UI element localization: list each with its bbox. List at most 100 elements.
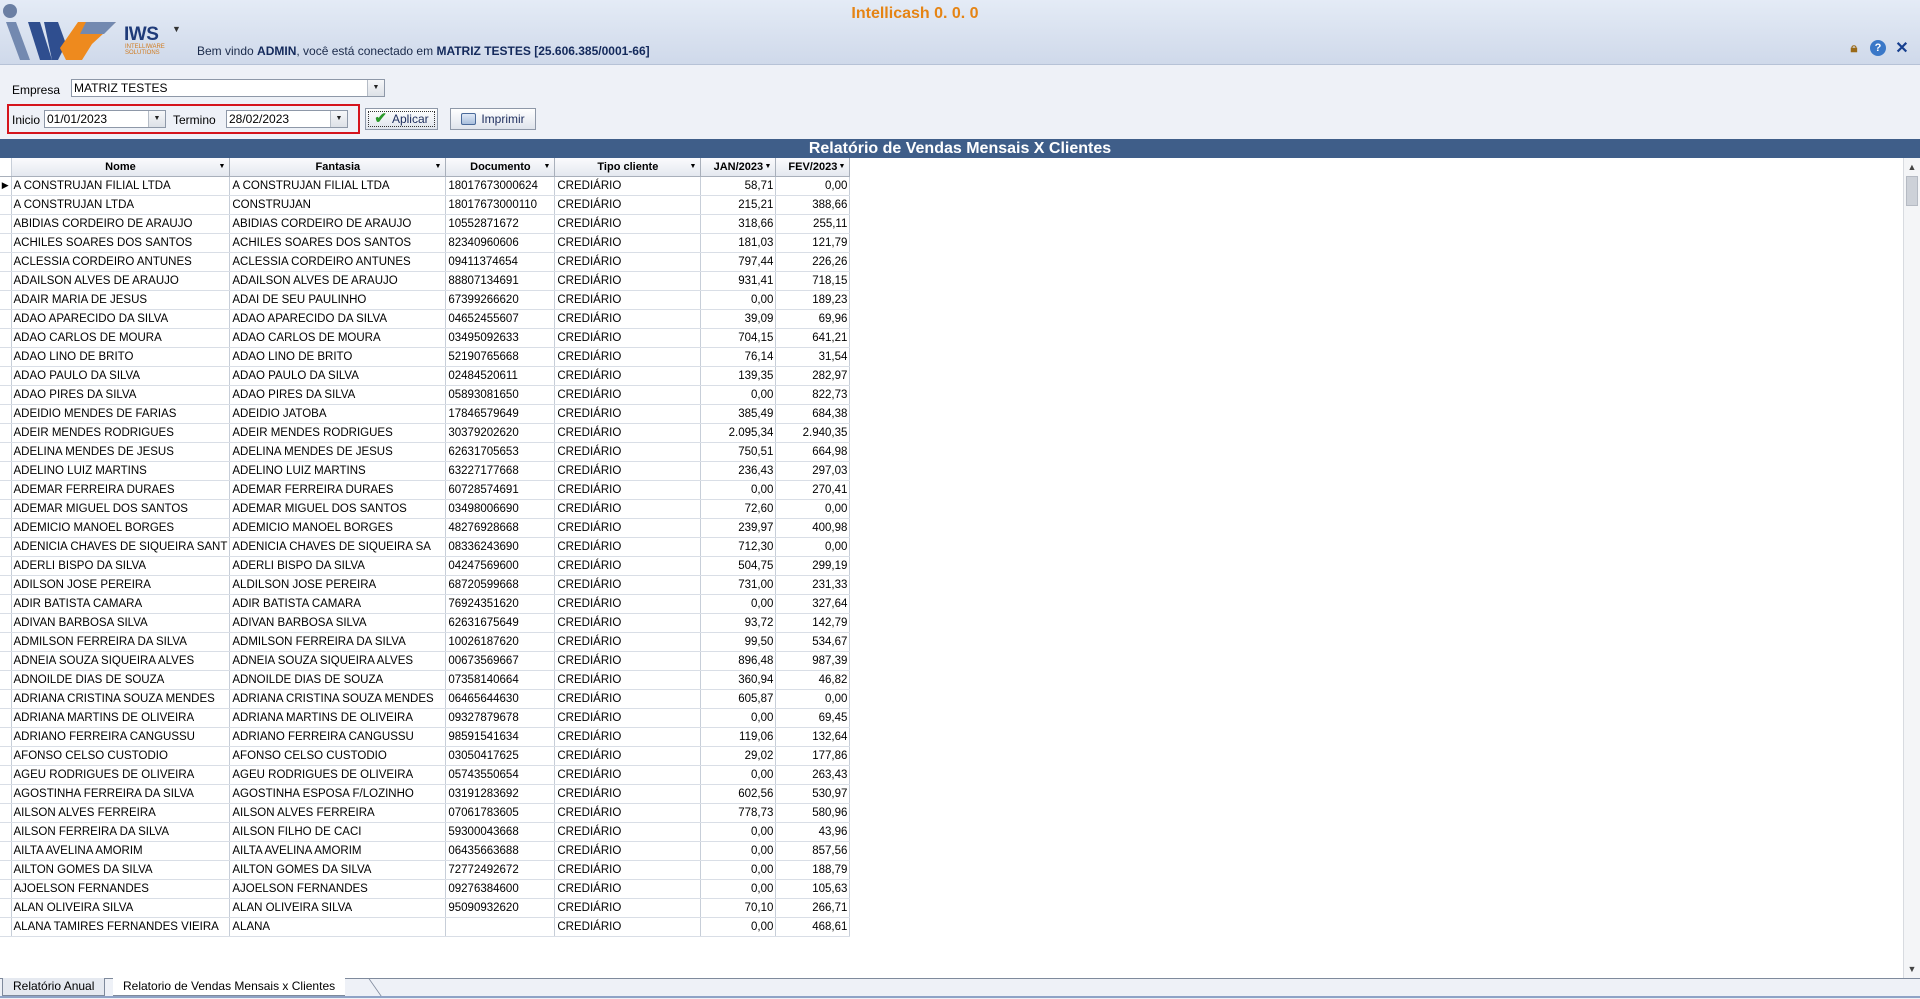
chevron-down-icon[interactable]: ▼ <box>434 163 441 170</box>
cell-jan-2023[interactable]: 704,15 <box>700 328 777 348</box>
cell-fantasia[interactable]: AILSON FILHO DE CACI <box>229 822 447 842</box>
table-row[interactable]: ADEMICIO MANOEL BORGES ADEMICIO MANOEL BO… <box>0 518 851 538</box>
cell-nome[interactable]: ADAO APARECIDO DA SILVA <box>11 309 231 329</box>
cell-fev-2023[interactable]: 468,61 <box>775 917 851 937</box>
cell-nome[interactable]: A CONSTRUJAN FILIAL LTDA <box>11 176 231 196</box>
cell-nome[interactable]: ADIR BATISTA CAMARA <box>11 594 231 614</box>
row-indicator[interactable] <box>0 309 12 329</box>
table-row[interactable]: ADAO PAULO DA SILVA ADAO PAULO DA SILVA 02… <box>0 366 851 386</box>
cell-tipo-cliente[interactable]: CREDIÁRIO <box>554 347 702 367</box>
cell-fantasia[interactable]: ADIR BATISTA CAMARA <box>229 594 447 614</box>
cell-jan-2023[interactable]: 76,14 <box>700 347 777 367</box>
cell-fantasia[interactable]: ADAI DE SEU PAULINHO <box>229 290 447 310</box>
column-header-fev-2023[interactable]: FEV/2023 ▼ <box>775 158 851 177</box>
cell-fev-2023[interactable]: 226,26 <box>775 252 851 272</box>
column-header-fantasia[interactable]: Fantasia ▼ <box>229 158 447 177</box>
table-row[interactable]: ABIDIAS CORDEIRO DE ARAUJO ABIDIAS CORDEI… <box>0 214 851 234</box>
table-row[interactable]: ADILSON JOSE PEREIRA ALDILSON JOSE PEREIR… <box>0 575 851 595</box>
cell-nome[interactable]: ADENICIA CHAVES DE SIQUEIRA SANT <box>11 537 231 557</box>
cell-jan-2023[interactable]: 139,35 <box>700 366 777 386</box>
cell-fev-2023[interactable]: 718,15 <box>775 271 851 291</box>
table-row[interactable]: ADMILSON FERREIRA DA SILVA ADMILSON FERRE… <box>0 632 851 652</box>
row-indicator[interactable] <box>0 860 12 880</box>
table-row[interactable]: AILTA AVELINA AMORIM AILTA AVELINA AMORIM… <box>0 841 851 861</box>
cell-fantasia[interactable]: ALANA <box>229 917 447 937</box>
vertical-scrollbar[interactable]: ▲ ▼ <box>1903 158 1920 978</box>
cell-jan-2023[interactable]: 0,00 <box>700 765 777 785</box>
cell-tipo-cliente[interactable]: CREDIÁRIO <box>554 879 702 899</box>
cell-fev-2023[interactable]: 530,97 <box>775 784 851 804</box>
cell-jan-2023[interactable]: 360,94 <box>700 670 777 690</box>
row-indicator[interactable] <box>0 537 12 557</box>
cell-documento[interactable]: 04247569600 <box>445 556 556 576</box>
cell-tipo-cliente[interactable]: CREDIÁRIO <box>554 841 702 861</box>
cell-fev-2023[interactable]: 270,41 <box>775 480 851 500</box>
cell-jan-2023[interactable]: 0,00 <box>700 290 777 310</box>
table-row[interactable]: ADAO LINO DE BRITO ADAO LINO DE BRITO 5219… <box>0 347 851 367</box>
cell-tipo-cliente[interactable]: CREDIÁRIO <box>554 689 702 709</box>
row-indicator[interactable] <box>0 366 12 386</box>
row-indicator[interactable] <box>0 594 12 614</box>
cell-documento[interactable]: 72772492672 <box>445 860 556 880</box>
cell-nome[interactable]: ADELINO LUIZ MARTINS <box>11 461 231 481</box>
cell-fev-2023[interactable]: 43,96 <box>775 822 851 842</box>
cell-documento[interactable]: 59300043668 <box>445 822 556 842</box>
cell-fantasia[interactable]: AILTA AVELINA AMORIM <box>229 841 447 861</box>
cell-tipo-cliente[interactable]: CREDIÁRIO <box>554 499 702 519</box>
print-button[interactable]: Imprimir <box>450 108 536 130</box>
cell-fev-2023[interactable]: 69,96 <box>775 309 851 329</box>
cell-jan-2023[interactable]: 712,30 <box>700 537 777 557</box>
cell-jan-2023[interactable]: 605,87 <box>700 689 777 709</box>
table-row[interactable]: ADRIANA MARTINS DE OLIVEIRA ADRIANA MARTI… <box>0 708 851 728</box>
cell-tipo-cliente[interactable]: CREDIÁRIO <box>554 575 702 595</box>
cell-nome[interactable]: ADAO CARLOS DE MOURA <box>11 328 231 348</box>
cell-tipo-cliente[interactable]: CREDIÁRIO <box>554 366 702 386</box>
cell-jan-2023[interactable]: 318,66 <box>700 214 777 234</box>
cell-jan-2023[interactable]: 239,97 <box>700 518 777 538</box>
cell-fantasia[interactable]: ADELINO LUIZ MARTINS <box>229 461 447 481</box>
cell-jan-2023[interactable]: 731,00 <box>700 575 777 595</box>
table-row[interactable]: AGEU RODRIGUES DE OLIVEIRA AGEU RODRIGUES… <box>0 765 851 785</box>
cell-fev-2023[interactable]: 987,39 <box>775 651 851 671</box>
cell-tipo-cliente[interactable]: CREDIÁRIO <box>554 309 702 329</box>
row-indicator[interactable] <box>0 404 12 424</box>
cell-fev-2023[interactable]: 822,73 <box>775 385 851 405</box>
cell-tipo-cliente[interactable]: CREDIÁRIO <box>554 670 702 690</box>
cell-fantasia[interactable]: ADAO PIRES DA SILVA <box>229 385 447 405</box>
cell-tipo-cliente[interactable]: CREDIÁRIO <box>554 746 702 766</box>
cell-jan-2023[interactable]: 2.095,34 <box>700 423 777 443</box>
cell-fantasia[interactable]: ADRIANA CRISTINA SOUZA MENDES <box>229 689 447 709</box>
row-indicator[interactable] <box>0 708 12 728</box>
cell-nome[interactable]: AFONSO CELSO CUSTODIO <box>11 746 231 766</box>
row-indicator[interactable] <box>0 879 12 899</box>
cell-nome[interactable]: ADEIDIO MENDES DE FARIAS <box>11 404 231 424</box>
cell-fev-2023[interactable]: 231,33 <box>775 575 851 595</box>
cell-tipo-cliente[interactable]: CREDIÁRIO <box>554 423 702 443</box>
cell-jan-2023[interactable]: 0,00 <box>700 860 777 880</box>
table-row[interactable]: AILTON GOMES DA SILVA AILTON GOMES DA SIL… <box>0 860 851 880</box>
cell-documento[interactable]: 82340960606 <box>445 233 556 253</box>
cell-fev-2023[interactable]: 0,00 <box>775 499 851 519</box>
cell-fantasia[interactable]: ADMILSON FERREIRA DA SILVA <box>229 632 447 652</box>
cell-fev-2023[interactable]: 263,43 <box>775 765 851 785</box>
cell-tipo-cliente[interactable]: CREDIÁRIO <box>554 518 702 538</box>
cell-nome[interactable]: ADELINA MENDES DE JESUS <box>11 442 231 462</box>
cell-fev-2023[interactable]: 327,64 <box>775 594 851 614</box>
table-row[interactable]: AJOELSON FERNANDES AJOELSON FERNANDES 0927… <box>0 879 851 899</box>
cell-documento[interactable]: 88807134691 <box>445 271 556 291</box>
cell-documento[interactable]: 10552871672 <box>445 214 556 234</box>
cell-nome[interactable]: ADAIR MARIA DE JESUS <box>11 290 231 310</box>
cell-nome[interactable]: ADAO PIRES DA SILVA <box>11 385 231 405</box>
cell-fev-2023[interactable]: 189,23 <box>775 290 851 310</box>
cell-fantasia[interactable]: AJOELSON FERNANDES <box>229 879 447 899</box>
row-indicator[interactable] <box>0 841 12 861</box>
cell-fev-2023[interactable]: 684,38 <box>775 404 851 424</box>
column-header-jan-2023[interactable]: JAN/2023 ▼ <box>700 158 777 177</box>
cell-documento[interactable]: 00673569667 <box>445 651 556 671</box>
row-indicator[interactable] <box>0 556 12 576</box>
cell-jan-2023[interactable]: 504,75 <box>700 556 777 576</box>
cell-jan-2023[interactable]: 29,02 <box>700 746 777 766</box>
inicio-date-picker[interactable]: 01/01/2023 ▼ <box>44 110 166 128</box>
column-header-nome[interactable]: Nome ▼ <box>11 158 231 177</box>
cell-fantasia[interactable]: ADRIANO FERREIRA CANGUSSU <box>229 727 447 747</box>
